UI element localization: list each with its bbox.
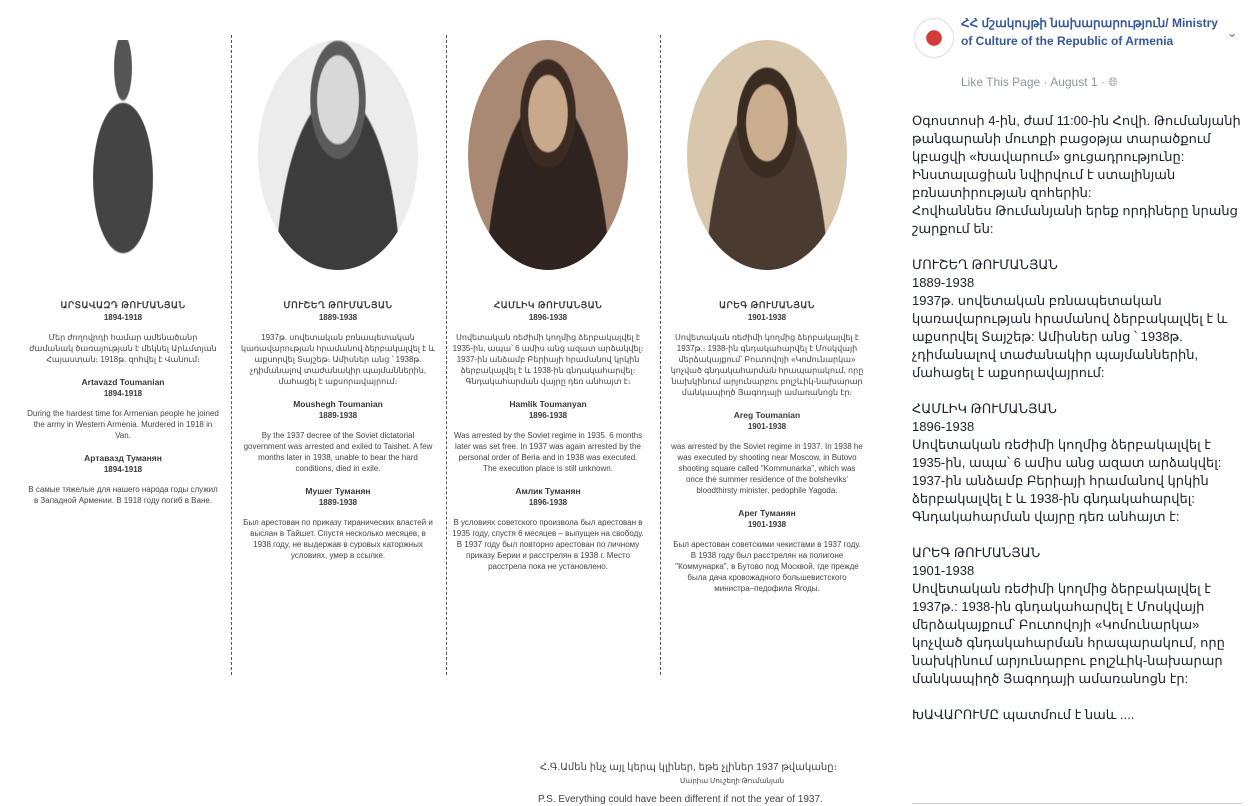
globe-icon: 🌐︎	[1108, 75, 1118, 89]
person-text-en: By the 1937 decree of the Soviet dictato…	[243, 431, 433, 473]
person-years: 1889-1938	[318, 313, 358, 322]
person-text-ru: Был арестован по приказу тиранических вл…	[243, 518, 433, 560]
person-text-en: Was arrested by the Soviet regime in 193…	[453, 431, 643, 473]
page-name-link[interactable]: ՀՀ մշակույթի նախարարություն/ Ministry of…	[961, 14, 1221, 50]
portrait	[258, 40, 418, 270]
chevron-down-icon[interactable]: ⌄	[1227, 26, 1237, 40]
person-text-ru: В самые тяжелые для нашего народа годы с…	[28, 485, 218, 505]
person-years-ru: 1889-1938	[318, 498, 358, 507]
person-name-ru: Амлик Туманян	[515, 486, 581, 496]
portrait	[468, 40, 628, 270]
meta-separator: ·	[1100, 75, 1105, 89]
person-text-ru: В условиях советского произвола был арес…	[452, 518, 644, 571]
person-name-en: Artavazd Toumanian	[81, 377, 165, 387]
person-name-en: Hamlik Toumanyan	[509, 399, 587, 409]
post-text: Օգոստոսի 4-ին, ժամ 11:00-ին Հովի. Թուման…	[912, 113, 1241, 722]
person-years: 1894-1918	[103, 313, 143, 322]
person-years-ru: 1896-1938	[528, 498, 568, 507]
person-years-ru: 1901-1938	[747, 520, 787, 529]
signature-en: P.S. Everything could have been differen…	[538, 794, 823, 805]
page-avatar[interactable]	[914, 18, 954, 58]
person-name-hy: ԱՐՏԱՎԱԶԴ ԹՈՒՄԱՆՅԱՆ	[60, 300, 186, 310]
facebook-post-panel: ՀՀ մշակույթի նախարարություն/ Ministry of…	[895, 0, 1257, 806]
post-date-link[interactable]: August 1	[1050, 75, 1097, 89]
divider	[912, 803, 1242, 804]
person-name-ru: Артавазд Туманян	[84, 453, 162, 463]
person-years-ru: 1894-1918	[103, 465, 143, 474]
like-page-link[interactable]: Like This Page	[961, 75, 1040, 89]
person-column: ՀԱՄԼԻԿ ԹՈՒՄԱՆՅԱՆ 1896-1938 Սովետական ռեժ…	[443, 40, 653, 572]
divider	[660, 35, 661, 675]
post-image[interactable]: ԱՐՏԱՎԱԶԴ ԹՈՒՄԱՆՅԱՆ 1894-1918 Մեր ժողովրդ…	[0, 0, 895, 806]
person-text-hy: 1937թ. սովետական բռնապետական կառավարությ…	[241, 333, 435, 386]
person-years-en: 1894-1918	[103, 389, 143, 398]
person-text-en: was arrested by the Soviet regime in 193…	[671, 442, 863, 495]
person-text-en: During the hardest time for Armenian peo…	[27, 409, 219, 440]
person-years: 1901-1938	[747, 313, 787, 322]
person-column: ԱՐՏԱՎԱԶԴ ԹՈՒՄԱՆՅԱՆ 1894-1918 Մեր ժողովրդ…	[18, 40, 228, 506]
signature-hy: Հ.Գ.Ամեն ինչ այլ կերպ կլիներ, եթե չլիներ…	[540, 762, 837, 773]
person-name-hy: ԱՐԵԳ ԹՈՒՄԱՆՅԱՆ	[719, 300, 815, 310]
person-text-hy: Մեր ժողովրդի համար ամենածանր ժամանակ ծառ…	[29, 333, 217, 364]
person-years-en: 1896-1938	[528, 411, 568, 420]
person-column: ՄՈՒՇԵՂ ԹՈՒՄԱՆՅԱՆ 1889-1938 1937թ. սովետա…	[233, 40, 443, 561]
person-years-en: 1889-1938	[318, 411, 358, 420]
divider	[231, 35, 232, 675]
person-name-en: Areg Toumanian	[733, 410, 801, 420]
portrait	[68, 40, 178, 270]
person-column: ԱՐԵԳ ԹՈՒՄԱՆՅԱՆ 1901-1938 Սովետական ռեժիմ…	[662, 40, 872, 594]
person-text-hy: Սովետական ռեժիմի կողմից ձերբակալվել է 19…	[452, 333, 644, 386]
person-name-hy: ՀԱՄԼԻԿ ԹՈՒՄԱՆՅԱՆ	[493, 300, 603, 310]
signature-author: Մարիա Մուշեղի Թումանյան	[680, 778, 785, 785]
person-name-ru: Арег Туманян	[738, 508, 796, 518]
person-years-en: 1901-1938	[747, 422, 787, 431]
person-name-en: Moushegh Toumanian	[293, 399, 383, 409]
person-text-ru: Был арестован советскими чекистами в 193…	[673, 540, 861, 593]
person-name-hy: ՄՈՒՇԵՂ ԹՈՒՄԱՆՅԱՆ	[283, 300, 393, 310]
portrait	[687, 40, 847, 270]
person-text-hy: Սովետական ռեժիմի կողմից ձերբակալվել է 19…	[670, 333, 864, 397]
person-name-ru: Мушег Туманян	[305, 486, 371, 496]
post-meta: Like This Page · August 1 · 🌐︎	[961, 75, 1118, 90]
person-years: 1896-1938	[528, 313, 568, 322]
meta-separator: ·	[1043, 75, 1048, 89]
